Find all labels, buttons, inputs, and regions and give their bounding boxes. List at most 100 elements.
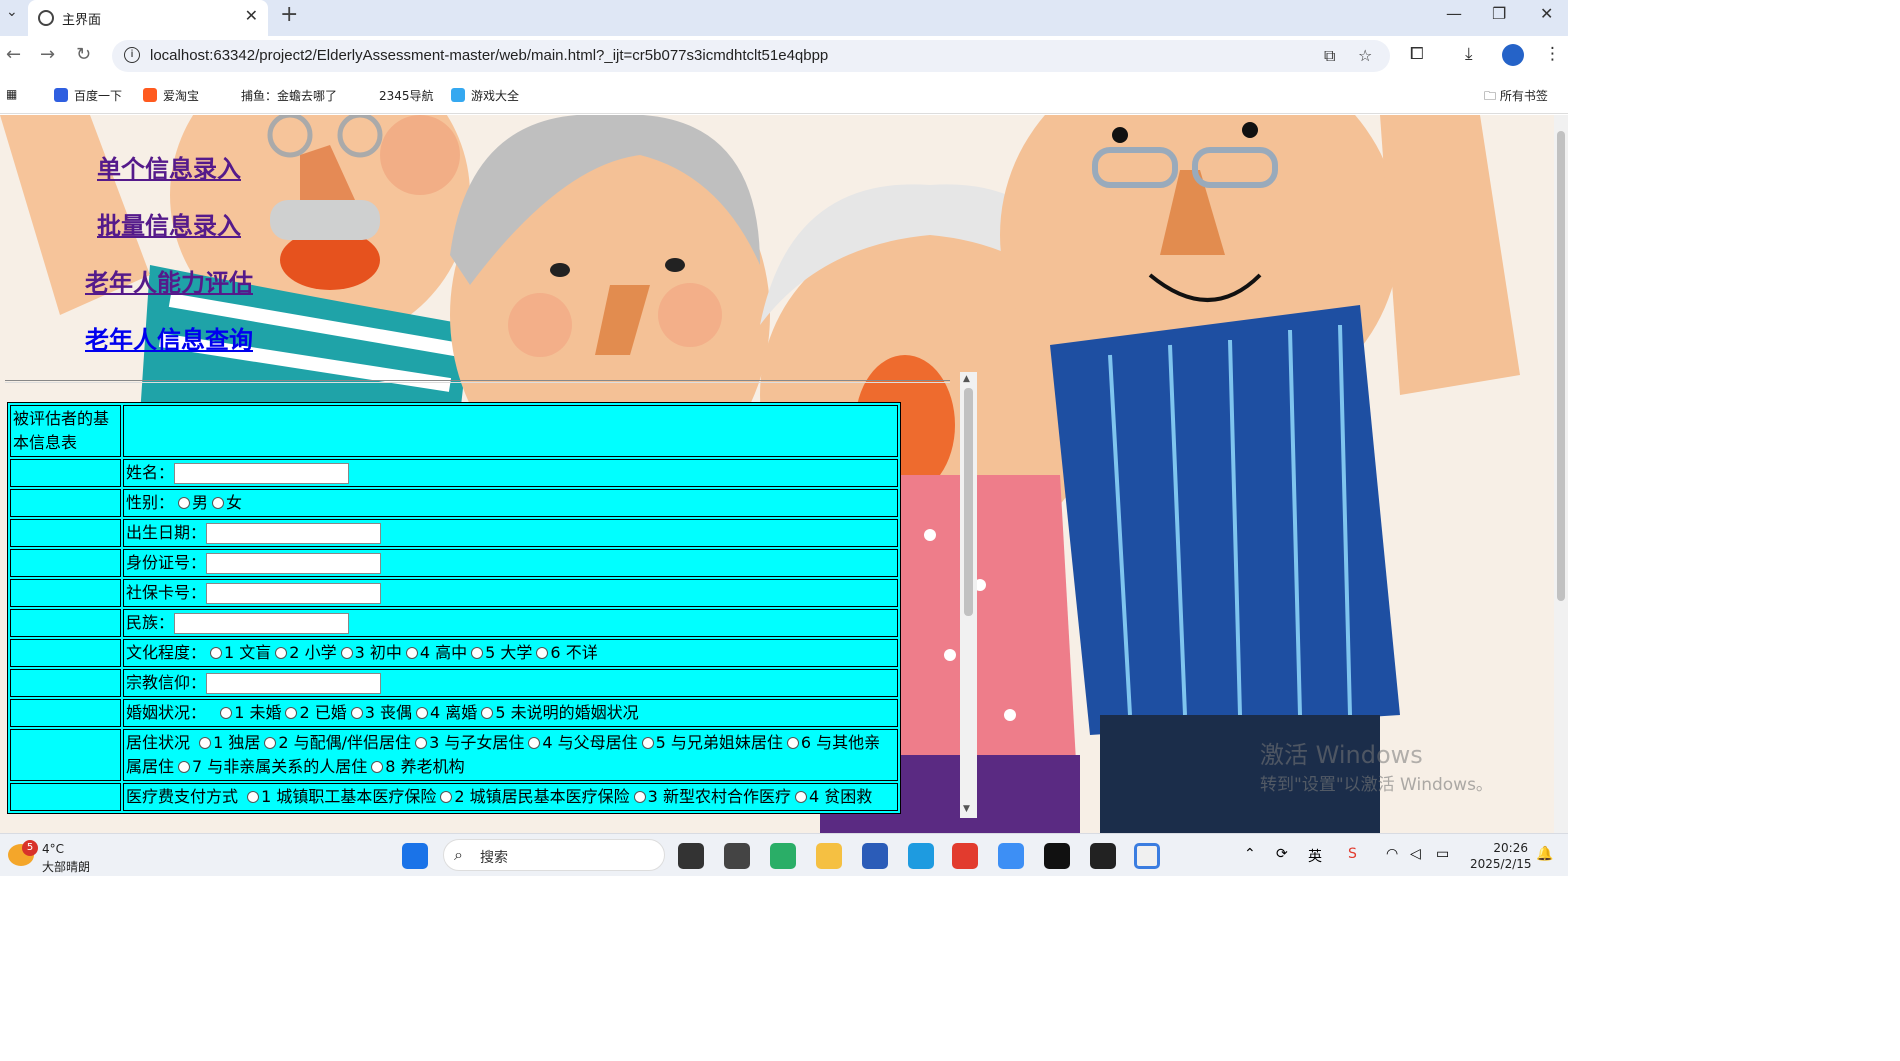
marital-radio-5[interactable] bbox=[481, 707, 494, 719]
extensions-icon[interactable]: ⧠ bbox=[1410, 44, 1424, 64]
start-icon[interactable] bbox=[402, 843, 428, 869]
site-info-icon[interactable]: i bbox=[124, 47, 140, 63]
education-radio-4[interactable] bbox=[405, 647, 418, 659]
bookmark-star-icon[interactable]: ☆ bbox=[1358, 46, 1372, 65]
payment-radio-3[interactable] bbox=[633, 791, 646, 803]
marital-label: 婚姻状况： bbox=[126, 703, 207, 722]
file-explorer-icon[interactable] bbox=[816, 843, 842, 869]
gender-female-radio[interactable] bbox=[212, 497, 225, 509]
restore-icon[interactable]: ❐ bbox=[1492, 4, 1506, 23]
living-radio-2[interactable] bbox=[264, 737, 277, 749]
wps-icon[interactable] bbox=[952, 843, 978, 869]
window-close-icon[interactable]: ✕ bbox=[1540, 4, 1553, 23]
education-option-label: 3 初中 bbox=[354, 643, 402, 662]
translate-icon[interactable]: ⧉ bbox=[1324, 46, 1335, 66]
word-icon[interactable] bbox=[862, 843, 888, 869]
ime-icon[interactable]: 英 bbox=[1308, 846, 1322, 866]
bookmark-games[interactable]: 游戏大全 bbox=[451, 87, 519, 104]
notification-icon[interactable]: 🔔 bbox=[1536, 846, 1553, 862]
link-single-entry[interactable]: 单个信息录入 bbox=[97, 149, 241, 184]
download-icon[interactable]: ⤓ bbox=[1465, 44, 1473, 64]
living-radio-3[interactable] bbox=[415, 737, 428, 749]
education-radio-3[interactable] bbox=[340, 647, 353, 659]
payment-radio-4[interactable] bbox=[794, 791, 807, 803]
wechat-icon[interactable] bbox=[770, 843, 796, 869]
marital-radio-3[interactable] bbox=[350, 707, 363, 719]
payment-radio-2[interactable] bbox=[440, 791, 453, 803]
living-radio-8[interactable] bbox=[371, 761, 384, 773]
table-title: 被评估者的基本信息表 bbox=[10, 405, 121, 457]
marital-radio-2[interactable] bbox=[285, 707, 298, 719]
social-input[interactable] bbox=[206, 583, 382, 604]
scroll-up-icon[interactable]: ▲ bbox=[963, 374, 970, 384]
battery-icon[interactable]: ▭ bbox=[1436, 846, 1449, 862]
chrome-icon[interactable] bbox=[1134, 843, 1160, 869]
feishu-icon[interactable] bbox=[998, 843, 1024, 869]
table-cell bbox=[10, 639, 121, 667]
back-icon[interactable]: ← bbox=[6, 44, 21, 65]
living-radio-7[interactable] bbox=[178, 761, 191, 773]
education-radio-2[interactable] bbox=[275, 647, 288, 659]
scroll-down-icon[interactable]: ▼ bbox=[963, 804, 970, 814]
forward-icon[interactable]: → bbox=[40, 44, 55, 65]
page-scrollbar-thumb[interactable] bbox=[1557, 131, 1565, 601]
bookmark-baidu[interactable]: 百度一下 bbox=[54, 87, 122, 104]
education-radio-5[interactable] bbox=[471, 647, 484, 659]
bookmark-taobao[interactable]: 爱淘宝 bbox=[143, 87, 199, 104]
7zip-icon[interactable] bbox=[724, 843, 750, 869]
reload-icon[interactable]: ↻ bbox=[76, 44, 91, 65]
profile-avatar[interactable] bbox=[1502, 44, 1524, 66]
ethnic-input[interactable] bbox=[174, 613, 350, 634]
marital-radio-4[interactable] bbox=[416, 707, 429, 719]
link-batch-entry[interactable]: 批量信息录入 bbox=[97, 206, 241, 241]
education-radio-1[interactable] bbox=[210, 647, 223, 659]
minimize-icon[interactable]: — bbox=[1446, 4, 1462, 23]
tray-chevron-icon[interactable]: ⌃ bbox=[1244, 846, 1256, 862]
task-view-icon[interactable] bbox=[678, 843, 704, 869]
new-tab-icon[interactable]: + bbox=[280, 2, 298, 27]
taskbar-search[interactable]: ⌕ 搜索 bbox=[443, 839, 665, 871]
qq-icon[interactable] bbox=[1090, 843, 1116, 869]
table-cell: 民族： bbox=[123, 609, 898, 637]
payment-option-label: 1 城镇职工基本医疗保险 bbox=[261, 787, 437, 806]
payment-radio-1[interactable] bbox=[247, 791, 260, 803]
education-radio-6[interactable] bbox=[536, 647, 549, 659]
ethnic-label: 民族： bbox=[126, 613, 175, 632]
bookmark-2345[interactable]: 2345导航 bbox=[379, 87, 434, 104]
table-cell: 社保卡号： bbox=[123, 579, 898, 607]
name-input[interactable] bbox=[174, 463, 350, 484]
browser-tab[interactable]: 主界面 ✕ bbox=[28, 0, 268, 36]
gender-male-label: 男 bbox=[192, 493, 209, 512]
gender-male-radio[interactable] bbox=[178, 497, 191, 509]
sync-icon[interactable]: ⟳ bbox=[1276, 846, 1288, 862]
religion-input[interactable] bbox=[206, 673, 382, 694]
antivirus-icon[interactable]: S bbox=[1348, 846, 1357, 862]
system-clock[interactable]: 20:26 2025/2/15 bbox=[1470, 840, 1532, 872]
menu-icon[interactable]: ⋮ bbox=[1544, 44, 1561, 64]
living-radio-5[interactable] bbox=[641, 737, 654, 749]
birth-input[interactable] bbox=[206, 523, 382, 544]
link-info-query[interactable]: 老年人信息查询 bbox=[85, 320, 253, 355]
living-radio-4[interactable] bbox=[528, 737, 541, 749]
intellij-icon[interactable] bbox=[1044, 843, 1070, 869]
scrollbar-thumb[interactable] bbox=[964, 388, 973, 616]
all-bookmarks[interactable]: 🗀 所有书签 bbox=[1484, 87, 1548, 108]
wifi-icon[interactable]: ◠ bbox=[1386, 846, 1398, 862]
page-scrollbar[interactable] bbox=[1554, 115, 1568, 833]
apps-grid-icon[interactable]: ▦ bbox=[6, 87, 17, 101]
weather-desc: 大部晴朗 bbox=[42, 860, 91, 874]
close-icon[interactable]: ✕ bbox=[245, 6, 258, 25]
address-bar[interactable]: i localhost:63342/project2/ElderlyAssess… bbox=[112, 40, 1390, 72]
living-radio-1[interactable] bbox=[199, 737, 212, 749]
volume-icon[interactable]: ◁ bbox=[1410, 846, 1421, 862]
bookmark-fishing[interactable]: 捕鱼：金蟾去哪了 bbox=[241, 87, 337, 104]
living-radio-6[interactable] bbox=[786, 737, 799, 749]
iframe-scrollbar[interactable]: ▲ ▼ bbox=[960, 372, 977, 818]
tab-search-icon[interactable]: ⌄ bbox=[6, 4, 18, 20]
table-cell: 姓名： bbox=[123, 459, 898, 487]
marital-radio-1[interactable] bbox=[220, 707, 233, 719]
url-text[interactable]: localhost:63342/project2/ElderlyAssessme… bbox=[150, 47, 828, 64]
edge-icon[interactable] bbox=[908, 843, 934, 869]
id-input[interactable] bbox=[206, 553, 382, 574]
link-ability-assessment[interactable]: 老年人能力评估 bbox=[85, 263, 253, 298]
